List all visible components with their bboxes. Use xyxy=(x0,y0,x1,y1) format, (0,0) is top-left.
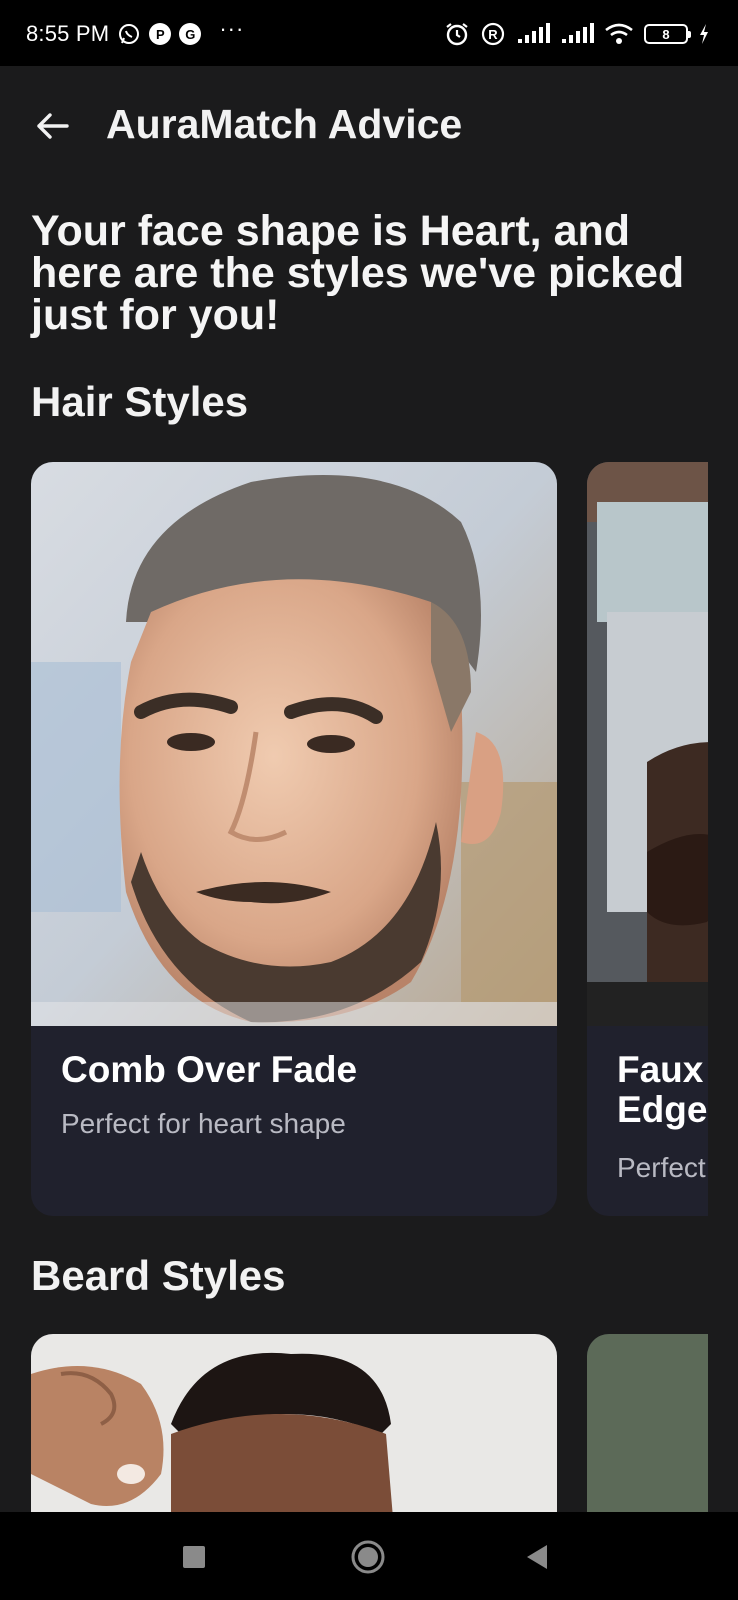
recents-button[interactable] xyxy=(173,1536,215,1578)
alarm-icon xyxy=(444,21,470,47)
face-shape-headline: Your face shape is Heart, and here are t… xyxy=(31,207,685,339)
more-notifications-icon: ··· xyxy=(219,16,245,41)
signal-icon xyxy=(516,23,550,45)
arrow-left-icon xyxy=(37,113,69,139)
beard-style-photo xyxy=(587,1334,708,1512)
whatsapp-icon xyxy=(117,22,141,46)
back-button[interactable] xyxy=(30,104,74,148)
back-triangle-icon xyxy=(527,1545,547,1569)
recents-square-icon xyxy=(183,1546,205,1568)
battery-level: 8 xyxy=(662,26,670,42)
beard-styles-title: Beard Styles xyxy=(31,1252,286,1299)
status-bar: 8:55 PM P G ··· R 8 xyxy=(0,0,738,66)
status-left: 8:55 PM P G ··· xyxy=(26,16,245,50)
beard-style-photo xyxy=(31,1334,557,1512)
hair-style-name: Comb Over Fade xyxy=(61,1049,358,1090)
hair-style-subtitle: Perfect for heart shape xyxy=(61,1108,346,1139)
hair-style-card[interactable]: Comb Over Fade Perfect for heart shape xyxy=(31,462,557,1216)
battery-icon: 8 xyxy=(644,24,691,44)
hair-styles-title: Hair Styles xyxy=(31,378,249,425)
system-nav-bar xyxy=(0,1512,738,1600)
app-bar: AuraMatch Advice xyxy=(0,66,738,186)
registered-icon: R xyxy=(480,21,506,47)
signal-icon xyxy=(560,23,594,45)
beard-style-card[interactable] xyxy=(31,1334,557,1512)
beard-styles-carousel[interactable] xyxy=(31,1334,708,1512)
hair-styles-carousel[interactable]: Comb Over Fade Perfect for heart shape F… xyxy=(31,462,708,1216)
hair-style-photo xyxy=(31,462,557,1026)
home-circle-icon xyxy=(351,1540,385,1574)
status-time: 8:55 PM xyxy=(26,21,110,46)
home-button[interactable] xyxy=(347,1536,389,1578)
system-back-button[interactable] xyxy=(516,1536,558,1578)
status-right: R 8 xyxy=(444,18,710,50)
app-icon-p: P xyxy=(149,23,172,45)
app-icon-g: G xyxy=(179,23,202,45)
hair-style-photo xyxy=(587,462,708,1026)
charging-icon xyxy=(698,23,710,45)
svg-text:R: R xyxy=(488,27,498,42)
beard-style-card[interactable] xyxy=(587,1334,708,1512)
hair-style-subtitle: Perfect xyxy=(617,1152,706,1183)
wifi-icon xyxy=(604,22,634,46)
hair-style-card[interactable]: Faux Edge Perfect xyxy=(587,462,708,1216)
hair-style-name: Faux Edge xyxy=(617,1049,708,1130)
page-title: AuraMatch Advice xyxy=(106,101,463,147)
